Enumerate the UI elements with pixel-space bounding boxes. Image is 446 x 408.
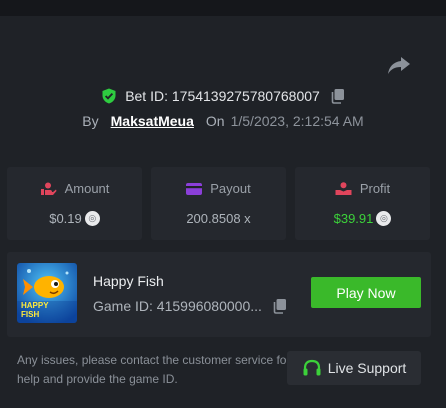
game-thumbnail[interactable]: HAPPY FISH <box>17 263 77 323</box>
payout-stat-header: Payout <box>151 181 286 196</box>
amount-stat-header: Amount <box>7 181 142 196</box>
game-id-text: Game ID: 415996080000... <box>93 298 262 314</box>
payout-value-row: 200.8508 x <box>151 211 286 226</box>
username-link[interactable]: MaksatMeua <box>111 113 194 129</box>
top-bar <box>0 0 446 16</box>
thumb-title-line1: HAPPY <box>21 301 49 310</box>
thumb-title-line2: FISH <box>21 310 40 319</box>
payout-value: 200.8508 x <box>186 211 251 226</box>
verified-shield-icon <box>102 88 116 104</box>
amount-value: $0.19 <box>49 211 82 226</box>
hand-coin-icon <box>335 181 352 195</box>
bet-id-row: Bet ID: 1754139275780768007 <box>0 85 446 107</box>
bet-date: 1/5/2023, 2:12:54 AM <box>230 113 364 129</box>
amount-stat-card: Amount $0.19 ◎ <box>7 167 142 240</box>
payout-label: Payout <box>210 181 251 196</box>
live-support-button[interactable]: Live Support <box>287 351 421 385</box>
play-now-button[interactable]: Play Now <box>311 277 421 308</box>
on-label: On <box>205 113 225 129</box>
copy-bet-id-icon[interactable] <box>330 88 345 104</box>
game-card: HAPPY FISH Happy Fish Game ID: 415996080… <box>7 252 431 337</box>
bet-meta-row: By MaksatMeua On 1/5/2023, 2:12:54 AM <box>0 112 446 130</box>
game-id-row: Game ID: 415996080000... <box>93 298 287 314</box>
amount-label: Amount <box>64 181 110 196</box>
headset-icon <box>303 359 321 376</box>
coin-icon: ◎ <box>84 211 100 226</box>
profit-stat-header: Profit <box>295 181 430 196</box>
by-label: By <box>82 113 99 129</box>
issues-help-text: Any issues, please contact the customer … <box>17 353 291 386</box>
profit-stat-card: Profit $39.91 ◎ <box>295 167 430 240</box>
payout-stat-card: Payout 200.8508 x <box>151 167 286 240</box>
amount-value-row: $0.19 ◎ <box>7 211 142 226</box>
coins-hand-icon <box>40 182 57 195</box>
profit-label: Profit <box>359 181 391 196</box>
coin-icon: ◎ <box>376 211 392 226</box>
game-title: Happy Fish <box>93 273 164 289</box>
live-support-label: Live Support <box>327 360 407 376</box>
share-icon[interactable] <box>386 53 412 77</box>
bet-id-text: Bet ID: 1754139275780768007 <box>125 88 320 104</box>
profit-value: $39.91 <box>333 211 374 226</box>
copy-game-id-icon[interactable] <box>272 298 287 314</box>
card-icon <box>186 182 203 195</box>
profit-value-row: $39.91 ◎ <box>295 211 430 226</box>
